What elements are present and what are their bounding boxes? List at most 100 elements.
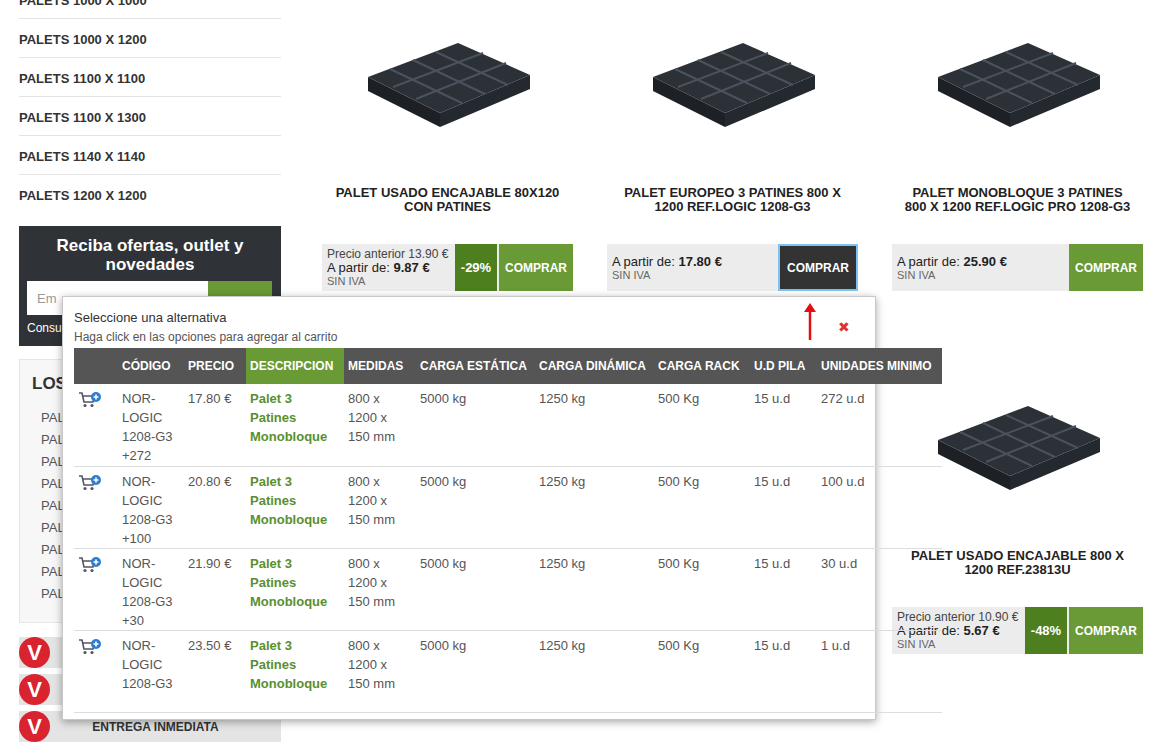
check-icon: V [19, 711, 50, 742]
cart-cell [74, 384, 118, 466]
pallet-image[interactable] [643, 20, 823, 140]
discount-badge: -48% [1025, 607, 1067, 654]
table-row[interactable]: NOR-LOGIC 1208-G3 +27217.80 €Palet 3 Pat… [74, 384, 942, 466]
add-to-cart-icon[interactable] [78, 391, 102, 409]
old-price: Precio anterior 13.90 € [327, 248, 451, 261]
product-card: PALET USADO ENCAJABLE 800 X 1200 REF.238… [875, 363, 1160, 654]
table-cell: 272 u.d [817, 384, 942, 466]
table-cell: 21.90 € [184, 548, 246, 630]
add-to-cart-icon[interactable] [78, 556, 102, 574]
table-cell: NOR-LOGIC 1208-G3 +30 [118, 548, 184, 630]
price-info: A partir de: 17.80 €SIN IVA [607, 244, 778, 291]
category-item[interactable]: PALETS 1140 X 1140 [19, 136, 281, 175]
header-cell[interactable]: U.D PILA [750, 348, 817, 384]
tax-note: SIN IVA [327, 275, 451, 287]
table-row[interactable]: NOR-LOGIC 1208-G3 +3021.90 €Palet 3 Pati… [74, 548, 942, 630]
product-title[interactable]: PALET MONOBLOQUE 3 PATINES 800 X 1200 RE… [902, 186, 1134, 238]
close-button[interactable]: ✖ [838, 319, 850, 335]
table-cell: NOR-LOGIC 1208-G3 [118, 630, 184, 712]
newsletter-title: Reciba ofertas, outlet y novedades [27, 236, 273, 274]
product-card: PALET MONOBLOQUE 3 PATINES 800 X 1200 RE… [875, 0, 1160, 291]
table-cell: 800 x 1200 x 150 mm [344, 466, 416, 548]
price-from: A partir de: 17.80 € [612, 255, 774, 269]
product-title[interactable]: PALET USADO ENCAJABLE 800 X 1200 REF.238… [902, 549, 1134, 601]
discount-badge: -29% [455, 244, 497, 291]
category-item[interactable]: PALETS 1000 X 1000 [19, 0, 281, 19]
badge-label: ENTREGA INMEDIATA [50, 720, 281, 734]
table-cell: 1250 kg [535, 466, 654, 548]
table-cell: 500 Kg [654, 466, 750, 548]
old-price: Precio anterior 10.90 € [897, 611, 1021, 624]
modal-hint: Haga click en las opciones para agregar … [74, 330, 863, 344]
product-title[interactable]: PALET USADO ENCAJABLE 80X120 CON PATINES [332, 186, 564, 238]
header-cell[interactable]: CARGA ESTÁTICA [416, 348, 535, 384]
header-cell[interactable]: PRECIO [184, 348, 246, 384]
header-cell [74, 348, 118, 384]
table-cell: 800 x 1200 x 150 mm [344, 384, 416, 466]
cart-cell [74, 466, 118, 548]
table-cell: 15 u.d [750, 630, 817, 712]
price-box: A partir de: 25.90 €SIN IVACOMPRAR [892, 244, 1143, 291]
price-box: Precio anterior 13.90 €A partir de: 9.87… [322, 244, 573, 291]
arrow-icon [802, 302, 818, 342]
table-cell: 800 x 1200 x 150 mm [344, 630, 416, 712]
pallet-image[interactable] [928, 20, 1108, 140]
pallet-image[interactable] [928, 383, 1108, 503]
price-from: A partir de: 9.87 € [327, 261, 451, 275]
tax-note: SIN IVA [897, 638, 1021, 650]
check-icon: V [19, 637, 50, 668]
price-from: A partir de: 25.90 € [897, 255, 1065, 269]
table-cell: 5000 kg [416, 630, 535, 712]
header-cell[interactable]: DESCRIPCION [246, 348, 344, 384]
table-cell: Palet 3 Patines Monobloque [246, 630, 344, 712]
table-cell: 30 u.d [817, 548, 942, 630]
table-row[interactable]: NOR-LOGIC 1208-G323.50 €Palet 3 Patines … [74, 630, 942, 712]
buy-button[interactable]: COMPRAR [778, 244, 858, 291]
product-title[interactable]: PALET EUROPEO 3 PATINES 800 X 1200 REF.L… [617, 186, 849, 238]
header-cell[interactable]: UNIDADES MINIMO [817, 348, 942, 384]
modal-title: Seleccione una alternativa [74, 310, 863, 326]
cart-cell [74, 630, 118, 712]
table-header: CÓDIGOPRECIODESCRIPCIONMEDIDASCARGA ESTÁ… [74, 348, 942, 384]
table-cell: 5000 kg [416, 384, 535, 466]
price-box: A partir de: 17.80 €SIN IVACOMPRAR [607, 244, 858, 291]
check-icon: V [19, 674, 50, 705]
table-row[interactable]: NOR-LOGIC 1208-G3 +10020.80 €Palet 3 Pat… [74, 466, 942, 548]
table-cell: Palet 3 Patines Monobloque [246, 466, 344, 548]
category-item[interactable]: PALETS 1100 X 1100 [19, 58, 281, 97]
table-cell: 100 u.d [817, 466, 942, 548]
product-card: PALET USADO ENCAJABLE 80X120 CON PATINES… [305, 0, 590, 291]
category-list: PALETS 1000 X 1000PALETS 1000 X 1200PALE… [19, 0, 281, 214]
table-cell: 15 u.d [750, 548, 817, 630]
table-cell: 15 u.d [750, 466, 817, 548]
table-cell: 23.50 € [184, 630, 246, 712]
header-cell[interactable]: CARGA RACK [654, 348, 750, 384]
alternatives-table: CÓDIGOPRECIODESCRIPCIONMEDIDASCARGA ESTÁ… [74, 348, 942, 713]
table-cell: 5000 kg [416, 548, 535, 630]
price-info: A partir de: 25.90 €SIN IVA [892, 244, 1069, 291]
header-cell[interactable]: MEDIDAS [344, 348, 416, 384]
table-cell: 5000 kg [416, 466, 535, 548]
category-item[interactable]: PALETS 1000 X 1200 [19, 19, 281, 58]
table-cell: 500 Kg [654, 630, 750, 712]
category-item[interactable]: PALETS 1100 X 1300 [19, 97, 281, 136]
table-cell: 1250 kg [535, 630, 654, 712]
buy-button[interactable]: COMPRAR [499, 244, 573, 291]
table-cell: 1250 kg [535, 384, 654, 466]
table-cell: 1 u.d [817, 630, 942, 712]
table-cell: 20.80 € [184, 466, 246, 548]
add-to-cart-icon[interactable] [78, 638, 102, 656]
category-item[interactable]: PALETS 1200 X 1200 [19, 175, 281, 214]
header-cell[interactable]: CARGA DINÁMICA [535, 348, 654, 384]
table-cell: 500 Kg [654, 384, 750, 466]
header-cell[interactable]: CÓDIGO [118, 348, 184, 384]
alternatives-modal: Seleccione una alternativa Haga click en … [62, 296, 876, 720]
buy-button[interactable]: COMPRAR [1069, 607, 1143, 654]
product-card: PALET EUROPEO 3 PATINES 800 X 1200 REF.L… [590, 0, 875, 291]
page: PALETS 1000 X 1000PALETS 1000 X 1200PALE… [0, 0, 1170, 747]
add-to-cart-icon[interactable] [78, 474, 102, 492]
table-cell: Palet 3 Patines Monobloque [246, 384, 344, 466]
pallet-image[interactable] [358, 20, 538, 140]
buy-button[interactable]: COMPRAR [1069, 244, 1143, 291]
tax-note: SIN IVA [612, 269, 774, 281]
